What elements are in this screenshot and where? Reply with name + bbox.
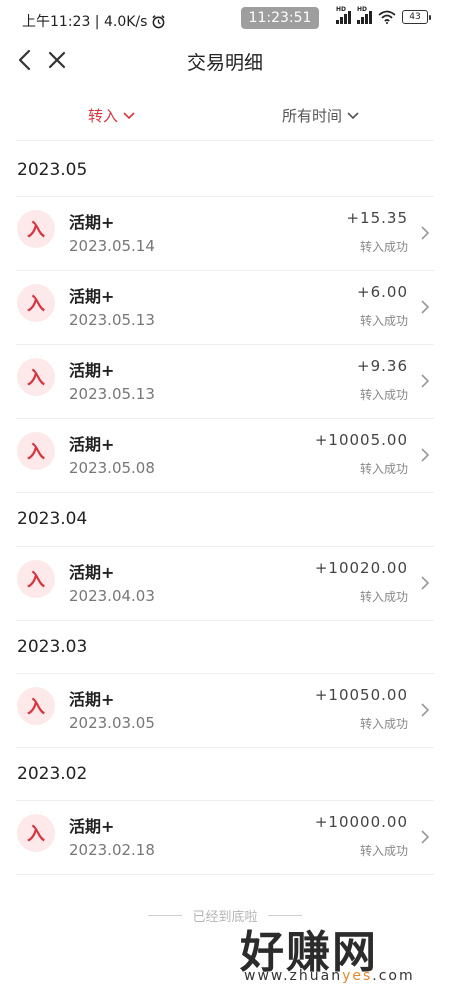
- wifi-icon: [378, 10, 396, 24]
- transaction-amount: +10005.00: [314, 431, 408, 449]
- transaction-row[interactable]: 入 活期+ 2023.03.05 +10050.00 转入成功: [16, 674, 434, 748]
- product-name: 活期+: [69, 563, 115, 582]
- month-header: 2023.05: [17, 160, 88, 180]
- product-name: 活期+: [69, 817, 115, 836]
- chevron-down-icon: [123, 111, 135, 119]
- filter-bar: 转入 所有时间: [16, 97, 434, 141]
- transaction-status: 转入成功: [359, 314, 408, 328]
- transfer-in-icon: 入: [17, 210, 55, 248]
- transaction-status: 转入成功: [359, 844, 408, 858]
- transaction-row[interactable]: 入 活期+ 2023.02.18 +10000.00 转入成功: [16, 801, 434, 875]
- transaction-row[interactable]: 入 活期+ 2023.05.14 +15.35 转入成功: [16, 197, 434, 271]
- transaction-amount: +9.36: [357, 357, 408, 375]
- product-name: 活期+: [69, 361, 115, 380]
- transaction-status: 转入成功: [359, 717, 408, 731]
- transaction-amount: +10000.00: [314, 813, 408, 831]
- time-filter-dropdown[interactable]: 所有时间: [282, 105, 359, 126]
- chevron-right-icon: [421, 226, 430, 240]
- transaction-date: 2023.05.13: [69, 311, 155, 329]
- watermark-url-prefix: www.zhuan: [244, 968, 343, 984]
- header: 交易明细: [0, 40, 450, 82]
- signal-icon: HD: [357, 6, 372, 24]
- transfer-in-icon: 入: [17, 814, 55, 852]
- chevron-down-icon: [347, 111, 359, 119]
- transaction-date: 2023.03.05: [69, 714, 155, 732]
- transaction-row[interactable]: 入 活期+ 2023.05.13 +6.00 转入成功: [16, 271, 434, 345]
- signal-icon: HD: [336, 6, 351, 24]
- status-clock: 11:23:51: [241, 7, 319, 29]
- chevron-right-icon: [421, 448, 430, 462]
- watermark-url-suffix: .com: [372, 968, 415, 984]
- month-header: 2023.02: [17, 764, 88, 784]
- divider: [148, 915, 183, 916]
- transaction-row[interactable]: 入 活期+ 2023.04.03 +10020.00 转入成功: [16, 547, 434, 621]
- month-header: 2023.04: [17, 509, 88, 529]
- transaction-status: 转入成功: [359, 388, 408, 402]
- transaction-date: 2023.05.08: [69, 459, 155, 477]
- time-filter-label: 所有时间: [282, 107, 343, 125]
- transaction-row[interactable]: 入 活期+ 2023.05.13 +9.36 转入成功: [16, 345, 434, 419]
- alarm-icon: [152, 14, 166, 28]
- transfer-in-icon: 入: [17, 284, 55, 322]
- chevron-right-icon: [421, 300, 430, 314]
- status-bar: 上午11:23 | 4.0K/s 11:23:51 HD HD 43: [0, 0, 450, 40]
- transfer-in-icon: 入: [17, 560, 55, 598]
- chevron-right-icon: [421, 576, 430, 590]
- transaction-date: 2023.05.14: [69, 237, 155, 255]
- transfer-in-icon: 入: [17, 432, 55, 470]
- transaction-amount: +15.35: [346, 209, 408, 227]
- site-watermark: 好赚网 www.zhuanyes.com: [232, 916, 432, 990]
- chevron-right-icon: [421, 374, 430, 388]
- transaction-status: 转入成功: [359, 590, 408, 604]
- transaction-amount: +10050.00: [314, 686, 408, 704]
- product-name: 活期+: [69, 435, 115, 454]
- type-filter-label: 转入: [88, 107, 119, 125]
- transaction-status: 转入成功: [359, 462, 408, 476]
- product-name: 活期+: [69, 690, 115, 709]
- watermark-url: www.zhuanyes.com: [244, 968, 415, 984]
- transfer-in-icon: 入: [17, 687, 55, 725]
- month-header: 2023.03: [17, 637, 88, 657]
- transaction-date: 2023.02.18: [69, 841, 155, 859]
- transaction-amount: +10020.00: [314, 559, 408, 577]
- watermark-url-highlight: yes: [342, 968, 373, 984]
- chevron-right-icon: [421, 703, 430, 717]
- transaction-amount: +6.00: [357, 283, 408, 301]
- type-filter-dropdown[interactable]: 转入: [88, 105, 135, 126]
- product-name: 活期+: [69, 213, 115, 232]
- transfer-in-icon: 入: [17, 358, 55, 396]
- chevron-right-icon: [421, 830, 430, 844]
- page-title: 交易明细: [186, 52, 263, 74]
- battery-icon: 43: [402, 10, 431, 24]
- status-time-speed: 上午11:23 | 4.0K/s: [22, 14, 148, 30]
- transaction-status: 转入成功: [359, 240, 408, 254]
- product-name: 活期+: [69, 287, 115, 306]
- transaction-date: 2023.05.13: [69, 385, 155, 403]
- status-left: 上午11:23 | 4.0K/s: [22, 11, 166, 31]
- transaction-date: 2023.04.03: [69, 587, 155, 605]
- status-right: HD HD 43: [336, 6, 431, 24]
- transaction-row[interactable]: 入 活期+ 2023.05.08 +10005.00 转入成功: [16, 419, 434, 493]
